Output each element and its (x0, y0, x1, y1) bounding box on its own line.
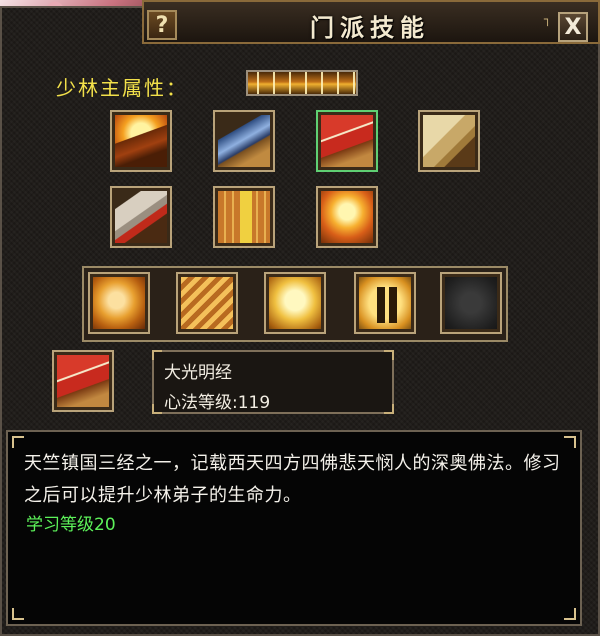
lion-icon (93, 277, 145, 329)
main-attribute-label: 少林主属性： (56, 76, 188, 100)
window-title: 门派技能 (310, 13, 430, 42)
skill-wing-icon[interactable] (176, 272, 238, 334)
selected-skill-info: 大光明经 心法等级:119 (152, 350, 394, 414)
main-attribute-bar (246, 70, 358, 96)
book-red-icon (57, 355, 109, 407)
skill-fighters-icon[interactable] (354, 272, 416, 334)
scroll-red-icon (115, 191, 167, 243)
buddha-icon (269, 277, 321, 329)
selected-skill-name: 大光明经 (164, 363, 232, 383)
corner-ornament-icon (12, 608, 24, 620)
corner-ornament-icon (384, 350, 394, 360)
wing-icon (181, 277, 233, 329)
book-gold-icon (218, 191, 270, 243)
corner-ornament-icon: ┐ (544, 12, 552, 26)
learn-level-text: 学习等级20 (26, 515, 116, 535)
corner-ornament-icon (564, 436, 576, 448)
corner-ornament-icon (12, 436, 24, 448)
book-fire-icon (115, 115, 167, 167)
skill-scroll-red-icon[interactable] (110, 186, 172, 248)
book-blue-icon (218, 115, 270, 167)
skill-book-gold-icon[interactable] (213, 186, 275, 248)
corner-ornament-icon (152, 404, 162, 414)
skill-description-text: 天竺镇国三经之一，记载西天四方四佛悲天悯人的深奥佛法。修习之后可以提升少林弟子的… (24, 453, 561, 506)
skill-scroll-map-icon[interactable] (418, 110, 480, 172)
close-icon: X (564, 14, 582, 40)
help-button[interactable]: ? (147, 10, 177, 40)
skill-book-flame-icon[interactable] (316, 186, 378, 248)
fighters-icon (359, 277, 411, 329)
corner-ornament-icon (152, 350, 162, 360)
skill-book-red-icon-selected[interactable] (316, 110, 378, 172)
empty-slot-icon (445, 277, 497, 329)
empty-skill-slot[interactable] (440, 272, 502, 334)
scroll-map-icon (423, 115, 475, 167)
book-flame-icon (321, 191, 373, 243)
close-button[interactable]: X (558, 12, 588, 42)
skill-book-blue-icon[interactable] (213, 110, 275, 172)
skill-lion-icon[interactable] (88, 272, 150, 334)
corner-ornament-icon (384, 404, 394, 414)
selected-skill-icon (52, 350, 114, 412)
skill-book-fire-icon[interactable] (110, 110, 172, 172)
book-red-icon (321, 115, 373, 167)
corner-ornament-icon (564, 608, 576, 620)
selected-skill-level: 心法等级:119 (164, 393, 271, 413)
skill-buddha-icon[interactable] (264, 272, 326, 334)
help-icon: ? (155, 12, 169, 38)
